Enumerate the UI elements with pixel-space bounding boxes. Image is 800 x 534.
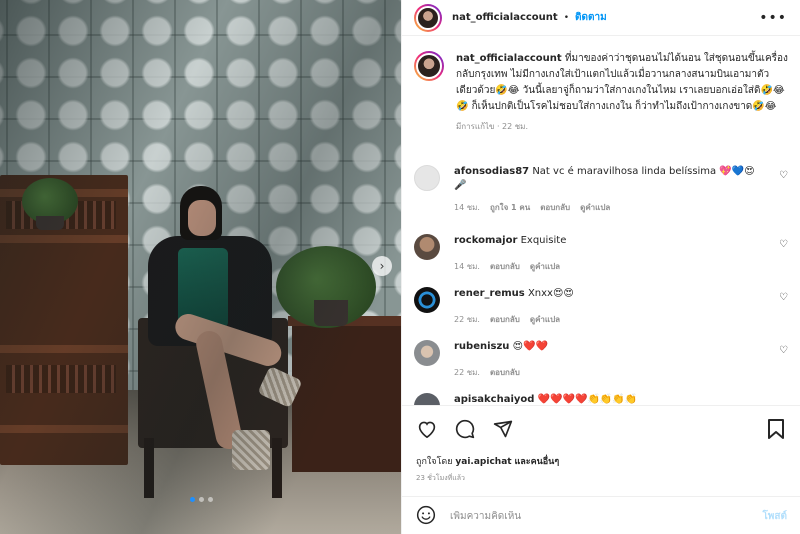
reply-button[interactable]: ตอบกลับ (490, 313, 520, 327)
liked-by: ถูกใจโดย yai.apichat และคนอื่นๆ (416, 454, 559, 468)
post-comment-button[interactable]: โพสต์ (762, 509, 787, 524)
commenter-username[interactable]: rockomajor (454, 235, 517, 246)
commenter-avatar[interactable] (414, 234, 440, 260)
comment-item: apisakchaiyod ❤️❤️❤️❤️👏👏👏👏 (414, 393, 794, 405)
comment-time[interactable]: 14 ชม. (454, 201, 480, 215)
post-time[interactable]: 23 ชั่วโมงที่แล้ว (416, 473, 465, 484)
comment-text: 😍❤️❤️ (512, 341, 548, 352)
translate-button[interactable]: ดูคำแปล (580, 201, 610, 215)
caption-meta: มีการแก้ไข · 22 ชม. (456, 122, 528, 131)
like-comment-heart-icon[interactable]: ♡ (779, 239, 788, 250)
commenter-avatar[interactable] (414, 393, 440, 405)
commenter-avatar[interactable] (414, 165, 440, 191)
comment-time[interactable]: 22 ชม. (454, 313, 480, 327)
comment-item: rener_remus Xnxx😍😍 22 ชม. ตอบกลับ ดูคำแป… (414, 287, 794, 327)
reply-button[interactable]: ตอบกลับ (540, 201, 570, 215)
post-photo[interactable]: › (0, 0, 401, 534)
share-send-icon[interactable] (492, 418, 514, 440)
author-username[interactable]: nat_officialaccount (452, 12, 558, 23)
comment-text: Xnxx😍😍 (527, 288, 574, 299)
translate-button[interactable]: ดูคำแปล (530, 313, 560, 327)
carousel-dot-active (190, 497, 195, 502)
comment-time[interactable]: 14 ชม. (454, 260, 480, 274)
carousel-next-button[interactable]: › (372, 256, 392, 276)
commenter-avatar[interactable] (414, 287, 440, 313)
post-sidebar: nat_officialaccount • ติดตาม ••• nat_off… (401, 0, 800, 534)
post-header: nat_officialaccount • ติดตาม ••• (402, 0, 800, 36)
carousel-indicator (190, 497, 213, 502)
like-comment-heart-icon[interactable]: ♡ (779, 345, 788, 356)
comment-bubble-icon[interactable] (454, 418, 476, 440)
commenter-username[interactable]: rubeniszu (454, 341, 509, 352)
reply-button[interactable]: ตอบกลับ (490, 260, 520, 274)
sunlight-shadow (0, 0, 401, 534)
carousel-dot (199, 497, 204, 502)
reply-button[interactable]: ตอบกลับ (490, 366, 520, 380)
add-comment-bar: โพสต์ (402, 496, 800, 534)
bookmark-icon[interactable] (765, 418, 787, 440)
carousel-dot (208, 497, 213, 502)
post-actions: ถูกใจโดย yai.apichat และคนอื่นๆ 23 ชั่วโ… (402, 405, 800, 534)
liked-by-user[interactable]: yai.apichat (455, 457, 511, 467)
translate-button[interactable]: ดูคำแปล (530, 260, 560, 274)
follow-button[interactable]: ติดตาม (575, 10, 607, 25)
comment-text: ❤️❤️❤️❤️👏👏👏👏 (537, 394, 638, 405)
caption-username[interactable]: nat_officialaccount (456, 53, 562, 64)
liked-by-others[interactable]: และคนอื่นๆ (514, 457, 559, 467)
separator-dot: • (563, 12, 570, 23)
caption-avatar[interactable] (414, 51, 444, 81)
comment-item: afonsodias87 Nat vc é maravilhosa linda … (414, 165, 794, 215)
like-comment-heart-icon[interactable]: ♡ (779, 292, 788, 303)
like-heart-icon[interactable] (416, 418, 438, 440)
post-caption: nat_officialaccount ที่มาของค่าว่าชุดนอน… (414, 51, 794, 135)
like-comment-heart-icon[interactable]: ♡ (779, 170, 788, 181)
comment-time[interactable]: 22 ชม. (454, 366, 480, 380)
comment-likes[interactable]: ถูกใจ 1 คน (490, 201, 530, 215)
commenter-avatar[interactable] (414, 340, 440, 366)
comment-input[interactable] (450, 510, 750, 522)
more-options-icon[interactable]: ••• (759, 10, 787, 26)
commenter-username[interactable]: afonsodias87 (454, 166, 529, 177)
comments-list[interactable]: nat_officialaccount ที่มาของค่าว่าชุดนอน… (402, 37, 800, 405)
comment-text: Exquisite (520, 235, 567, 246)
comment-item: rubeniszu 😍❤️❤️ 22 ชม. ตอบกลับ ♡ (414, 340, 794, 380)
commenter-username[interactable]: rener_remus (454, 288, 525, 299)
author-avatar[interactable] (414, 3, 442, 32)
comment-item: rockomajor Exquisite 14 ชม. ตอบกลับ ดูคำ… (414, 234, 794, 274)
emoji-icon[interactable] (416, 505, 436, 528)
commenter-username[interactable]: apisakchaiyod (454, 394, 534, 405)
liked-by-prefix: ถูกใจโดย (416, 457, 453, 467)
